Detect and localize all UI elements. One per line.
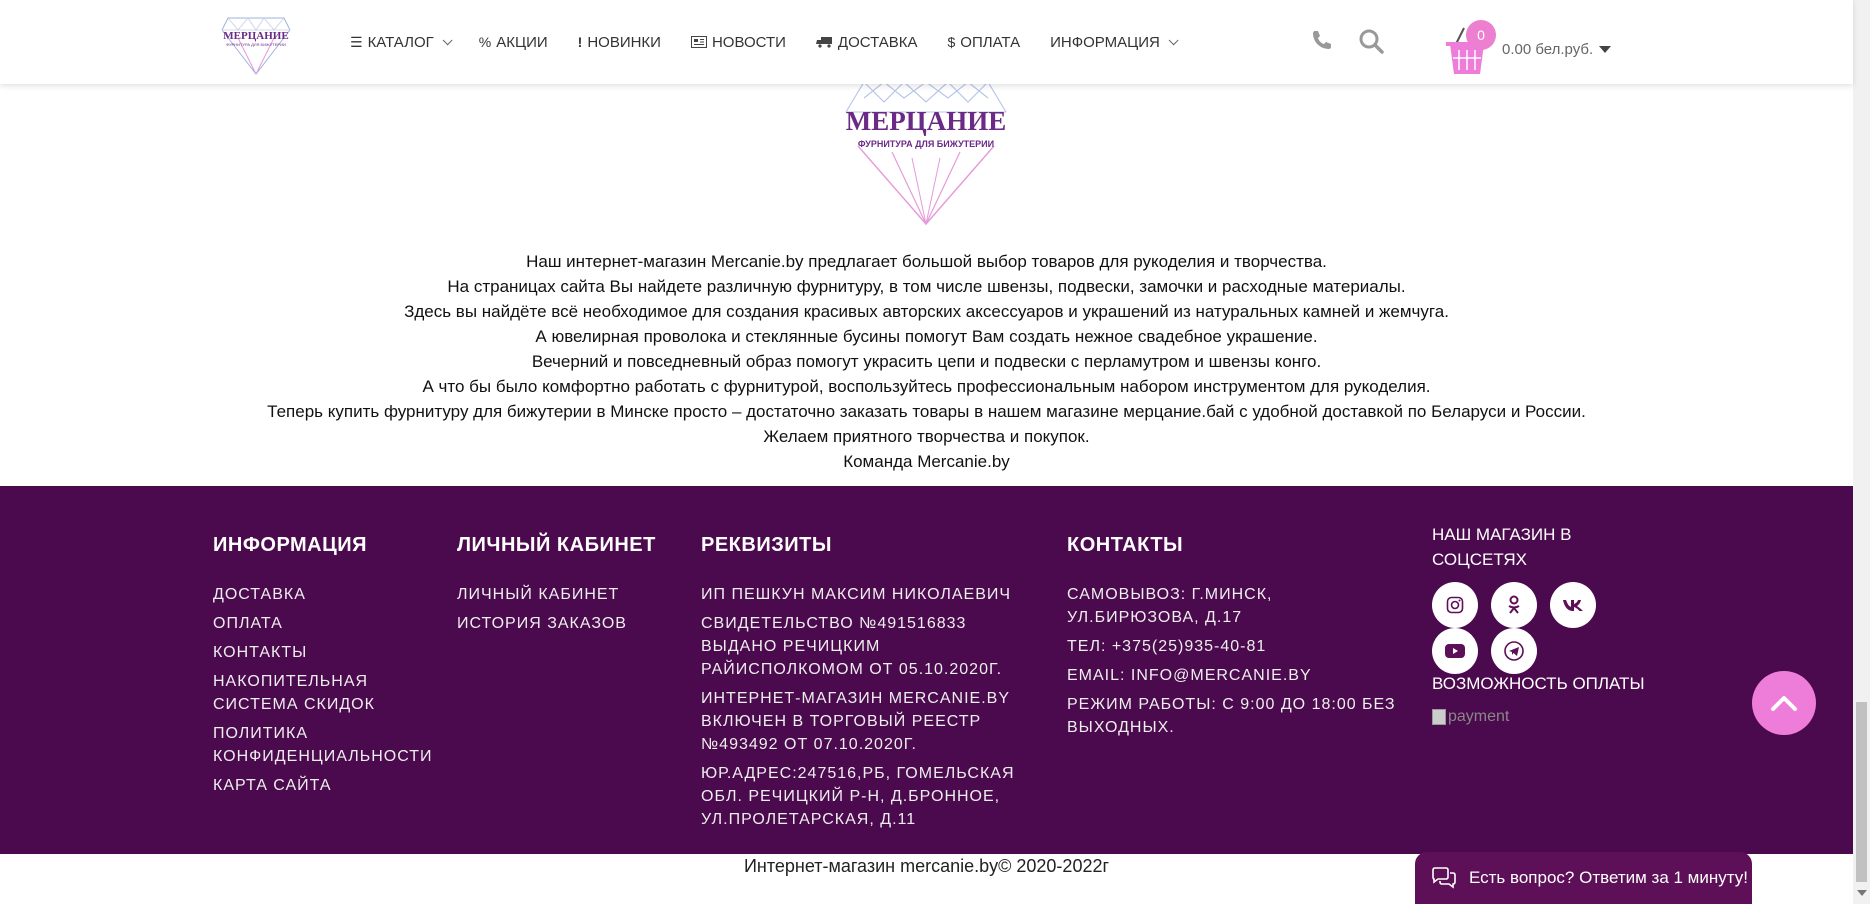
- vk-link[interactable]: [1550, 582, 1596, 628]
- contact-phone[interactable]: ТЕЛ: +375(25)935-40-81: [1067, 635, 1407, 658]
- footer-link-sitemap[interactable]: КАРТА САЙТА: [213, 774, 443, 797]
- instagram-icon: [1446, 596, 1464, 614]
- caret-down-icon: [1599, 46, 1612, 53]
- footer-info-column: ИНФОРМАЦИЯ ДОСТАВКА ОПЛАТА КОНТАКТЫ НАКО…: [213, 486, 443, 803]
- main-nav: ☰ КАТАЛОГ % АКЦИИ ! НОВИНКИ НОВОСТИ ДОСТ…: [350, 0, 1205, 84]
- store-description: Наш интернет-магазин Mercanie.by предлаг…: [0, 249, 1853, 474]
- footer-link-cabinet[interactable]: ЛИЧНЫЙ КАБИНЕТ: [457, 583, 687, 606]
- about-line: Теперь купить фурнитуру для бижутерии в …: [267, 402, 1586, 421]
- footer-contacts-column: КОНТАКТЫ САМОВЫВОЗ: Г.МИНСК, УЛ.БИРЮЗОВА…: [1067, 486, 1407, 745]
- truck-icon: [815, 37, 832, 48]
- dollar-icon: $: [947, 34, 956, 50]
- youtube-link[interactable]: [1432, 628, 1478, 674]
- about-line: Наш интернет-магазин Mercanie.by предлаг…: [526, 252, 1327, 271]
- cart-count-badge: 0: [1466, 20, 1496, 50]
- nav-information-label: ИНФОРМАЦИЯ: [1050, 33, 1160, 51]
- footer-link-payment[interactable]: ОПЛАТА: [213, 612, 443, 635]
- nav-payment-label: ОПЛАТА: [960, 33, 1021, 51]
- footer-cabinet-title: ЛИЧНЫЙ КАБИНЕТ: [457, 534, 656, 556]
- footer-requisites-column: РЕКВИЗИТЫ ИП ПЕШКУН МАКСИМ НИКОЛАЕВИЧ СВ…: [701, 486, 1021, 837]
- footer-link-discounts[interactable]: НАКОПИТЕЛЬНАЯ СИСТЕМА СКИДОК: [213, 670, 443, 716]
- about-line: Желаем приятного творчества и покупок.: [763, 427, 1090, 446]
- footer-link-delivery[interactable]: ДОСТАВКА: [213, 583, 443, 606]
- chat-label: Есть вопрос? Ответим за 1 минуту!: [1469, 868, 1748, 887]
- site-logo[interactable]: МЕРЦАНИЕ ФУРНИТУРА ДЛЯ БИЖУТЕРИИ: [218, 12, 294, 76]
- search-icon[interactable]: [1358, 28, 1384, 54]
- chevron-up-icon: [1771, 696, 1797, 711]
- phone-icon[interactable]: [1310, 28, 1334, 52]
- odnoklassniki-icon: [1508, 595, 1520, 614]
- payment-title: ВОЗМОЖНОСТЬ ОПЛАТЫ: [1432, 674, 1645, 693]
- nav-news-label: НОВОСТИ: [711, 33, 786, 51]
- social-links: [1432, 582, 1612, 674]
- requisites-line: ИП ПЕШКУН МАКСИМ НИКОЛАЕВИЧ: [701, 586, 1012, 603]
- instagram-link[interactable]: [1432, 582, 1478, 628]
- cart-total-value: 0.00 бел.руб.: [1502, 41, 1594, 58]
- about-line: Команда Mercanie.by: [843, 452, 1010, 471]
- footer-link-privacy[interactable]: ПОЛИТИКА КОНФИДЕНЦИАЛЬНОСТИ: [213, 722, 443, 768]
- brand-logo-subtext: ФУРНИТУРА ДЛЯ БИЖУТЕРИИ: [858, 139, 994, 149]
- about-line: А что бы было комфортно работать с фурни…: [422, 377, 1431, 396]
- site-footer: ИНФОРМАЦИЯ ДОСТАВКА ОПЛАТА КОНТАКТЫ НАКО…: [0, 486, 1853, 854]
- contact-email[interactable]: EMAIL: INFO@MERCANIE.BY: [1067, 664, 1407, 687]
- contact-hours: РЕЖИМ РАБОТЫ: С 9:00 ДО 18:00 БЕЗ ВЫХОДН…: [1067, 696, 1396, 736]
- exclamation-icon: !: [577, 34, 583, 50]
- nav-new[interactable]: ! НОВИНКИ: [578, 34, 661, 51]
- nav-catalog-label: КАТАЛОГ: [367, 33, 434, 51]
- cart-total[interactable]: 0.00 бел.руб.: [1502, 41, 1612, 58]
- about-line: Вечерний и повседневный образ помогут ук…: [531, 352, 1322, 371]
- chevron-down-icon: [442, 34, 453, 45]
- footer-social-column: НАШ МАГАЗИН В СОЦСЕТЯХ ВОЗМОЖНОСТЬ ОПЛАТ…: [1432, 486, 1652, 726]
- nav-news[interactable]: НОВОСТИ: [690, 33, 786, 51]
- youtube-icon: [1445, 644, 1465, 658]
- newspaper-icon: [690, 36, 707, 48]
- social-title: НАШ МАГАЗИН В СОЦСЕТЯХ: [1432, 525, 1572, 569]
- nav-promotions[interactable]: % АКЦИИ: [479, 34, 548, 51]
- scroll-to-top-button[interactable]: [1752, 671, 1816, 735]
- vk-icon: [1563, 600, 1583, 611]
- brand-logo: МЕРЦАНИЕ ФУРНИТУРА ДЛЯ БИЖУТЕРИИ: [845, 81, 1007, 226]
- requisites-line: СВИДЕТЕЛЬСТВО №491516833 ВЫДАНО РЕЧИЦКИМ…: [701, 615, 1003, 678]
- chat-widget-button[interactable]: Есть вопрос? Ответим за 1 минуту!: [1415, 852, 1752, 904]
- requisites-line: ИНТЕРНЕТ-МАГАЗИН MERCANIE.BY ВКЛЮЧЕН В Т…: [701, 690, 1010, 753]
- footer-link-contacts[interactable]: КОНТАКТЫ: [213, 641, 443, 664]
- nav-delivery-label: ДОСТАВКА: [837, 33, 918, 51]
- brand-logo-text: МЕРЦАНИЕ: [846, 106, 1007, 136]
- telegram-link[interactable]: [1491, 628, 1537, 674]
- small-logo-subtext: ФУРНИТУРА ДЛЯ БИЖУТЕРИИ: [226, 42, 286, 47]
- contact-pickup: САМОВЫВОЗ: Г.МИНСК, УЛ.БИРЮЗОВА, Д.17: [1067, 586, 1273, 626]
- chevron-down-icon: [1168, 34, 1179, 45]
- scroll-down-arrow-icon[interactable]: [1857, 890, 1867, 896]
- telegram-icon: [1504, 641, 1524, 661]
- footer-link-order-history[interactable]: ИСТОРИЯ ЗАКАЗОВ: [457, 612, 687, 635]
- nav-payment[interactable]: $ ОПЛАТА: [947, 34, 1020, 51]
- percent-icon: %: [478, 34, 492, 50]
- small-logo-text: МЕРЦАНИЕ: [223, 30, 288, 42]
- footer-contacts-title: КОНТАКТЫ: [1067, 534, 1184, 556]
- nav-delivery[interactable]: ДОСТАВКА: [815, 33, 918, 51]
- odnoklassniki-link[interactable]: [1491, 582, 1537, 628]
- scrollbar-thumb[interactable]: [1856, 702, 1867, 882]
- footer-cabinet-column: ЛИЧНЫЙ КАБИНЕТ ЛИЧНЫЙ КАБИНЕТ ИСТОРИЯ ЗА…: [457, 486, 687, 641]
- nav-new-label: НОВИНКИ: [587, 33, 661, 51]
- nav-promotions-label: АКЦИИ: [496, 33, 548, 51]
- site-header: МЕРЦАНИЕ ФУРНИТУРА ДЛЯ БИЖУТЕРИИ ☰ КАТАЛ…: [0, 0, 1853, 84]
- about-line: На страницах сайта Вы найдете различную …: [447, 277, 1406, 296]
- footer-requisites-title: РЕКВИЗИТЫ: [701, 534, 832, 556]
- nav-information[interactable]: ИНФОРМАЦИЯ: [1050, 33, 1179, 51]
- chat-bubbles-icon: [1432, 867, 1456, 889]
- about-line: Здесь вы найдёте всё необходимое для соз…: [404, 302, 1449, 321]
- nav-catalog[interactable]: ☰ КАТАЛОГ: [350, 33, 453, 51]
- bars-icon: ☰: [350, 33, 363, 50]
- payment-image: payment: [1432, 708, 1652, 726]
- broken-image-icon: [1432, 709, 1446, 725]
- footer-info-title: ИНФОРМАЦИЯ: [213, 534, 367, 556]
- requisites-line: ЮР.АДРЕС:247516,РБ, ГОМЕЛЬСКАЯ ОБЛ. РЕЧИ…: [701, 765, 1015, 828]
- about-line: А ювелирная проволока и стеклянные бусин…: [535, 327, 1318, 346]
- payment-image-alt: payment: [1448, 708, 1510, 725]
